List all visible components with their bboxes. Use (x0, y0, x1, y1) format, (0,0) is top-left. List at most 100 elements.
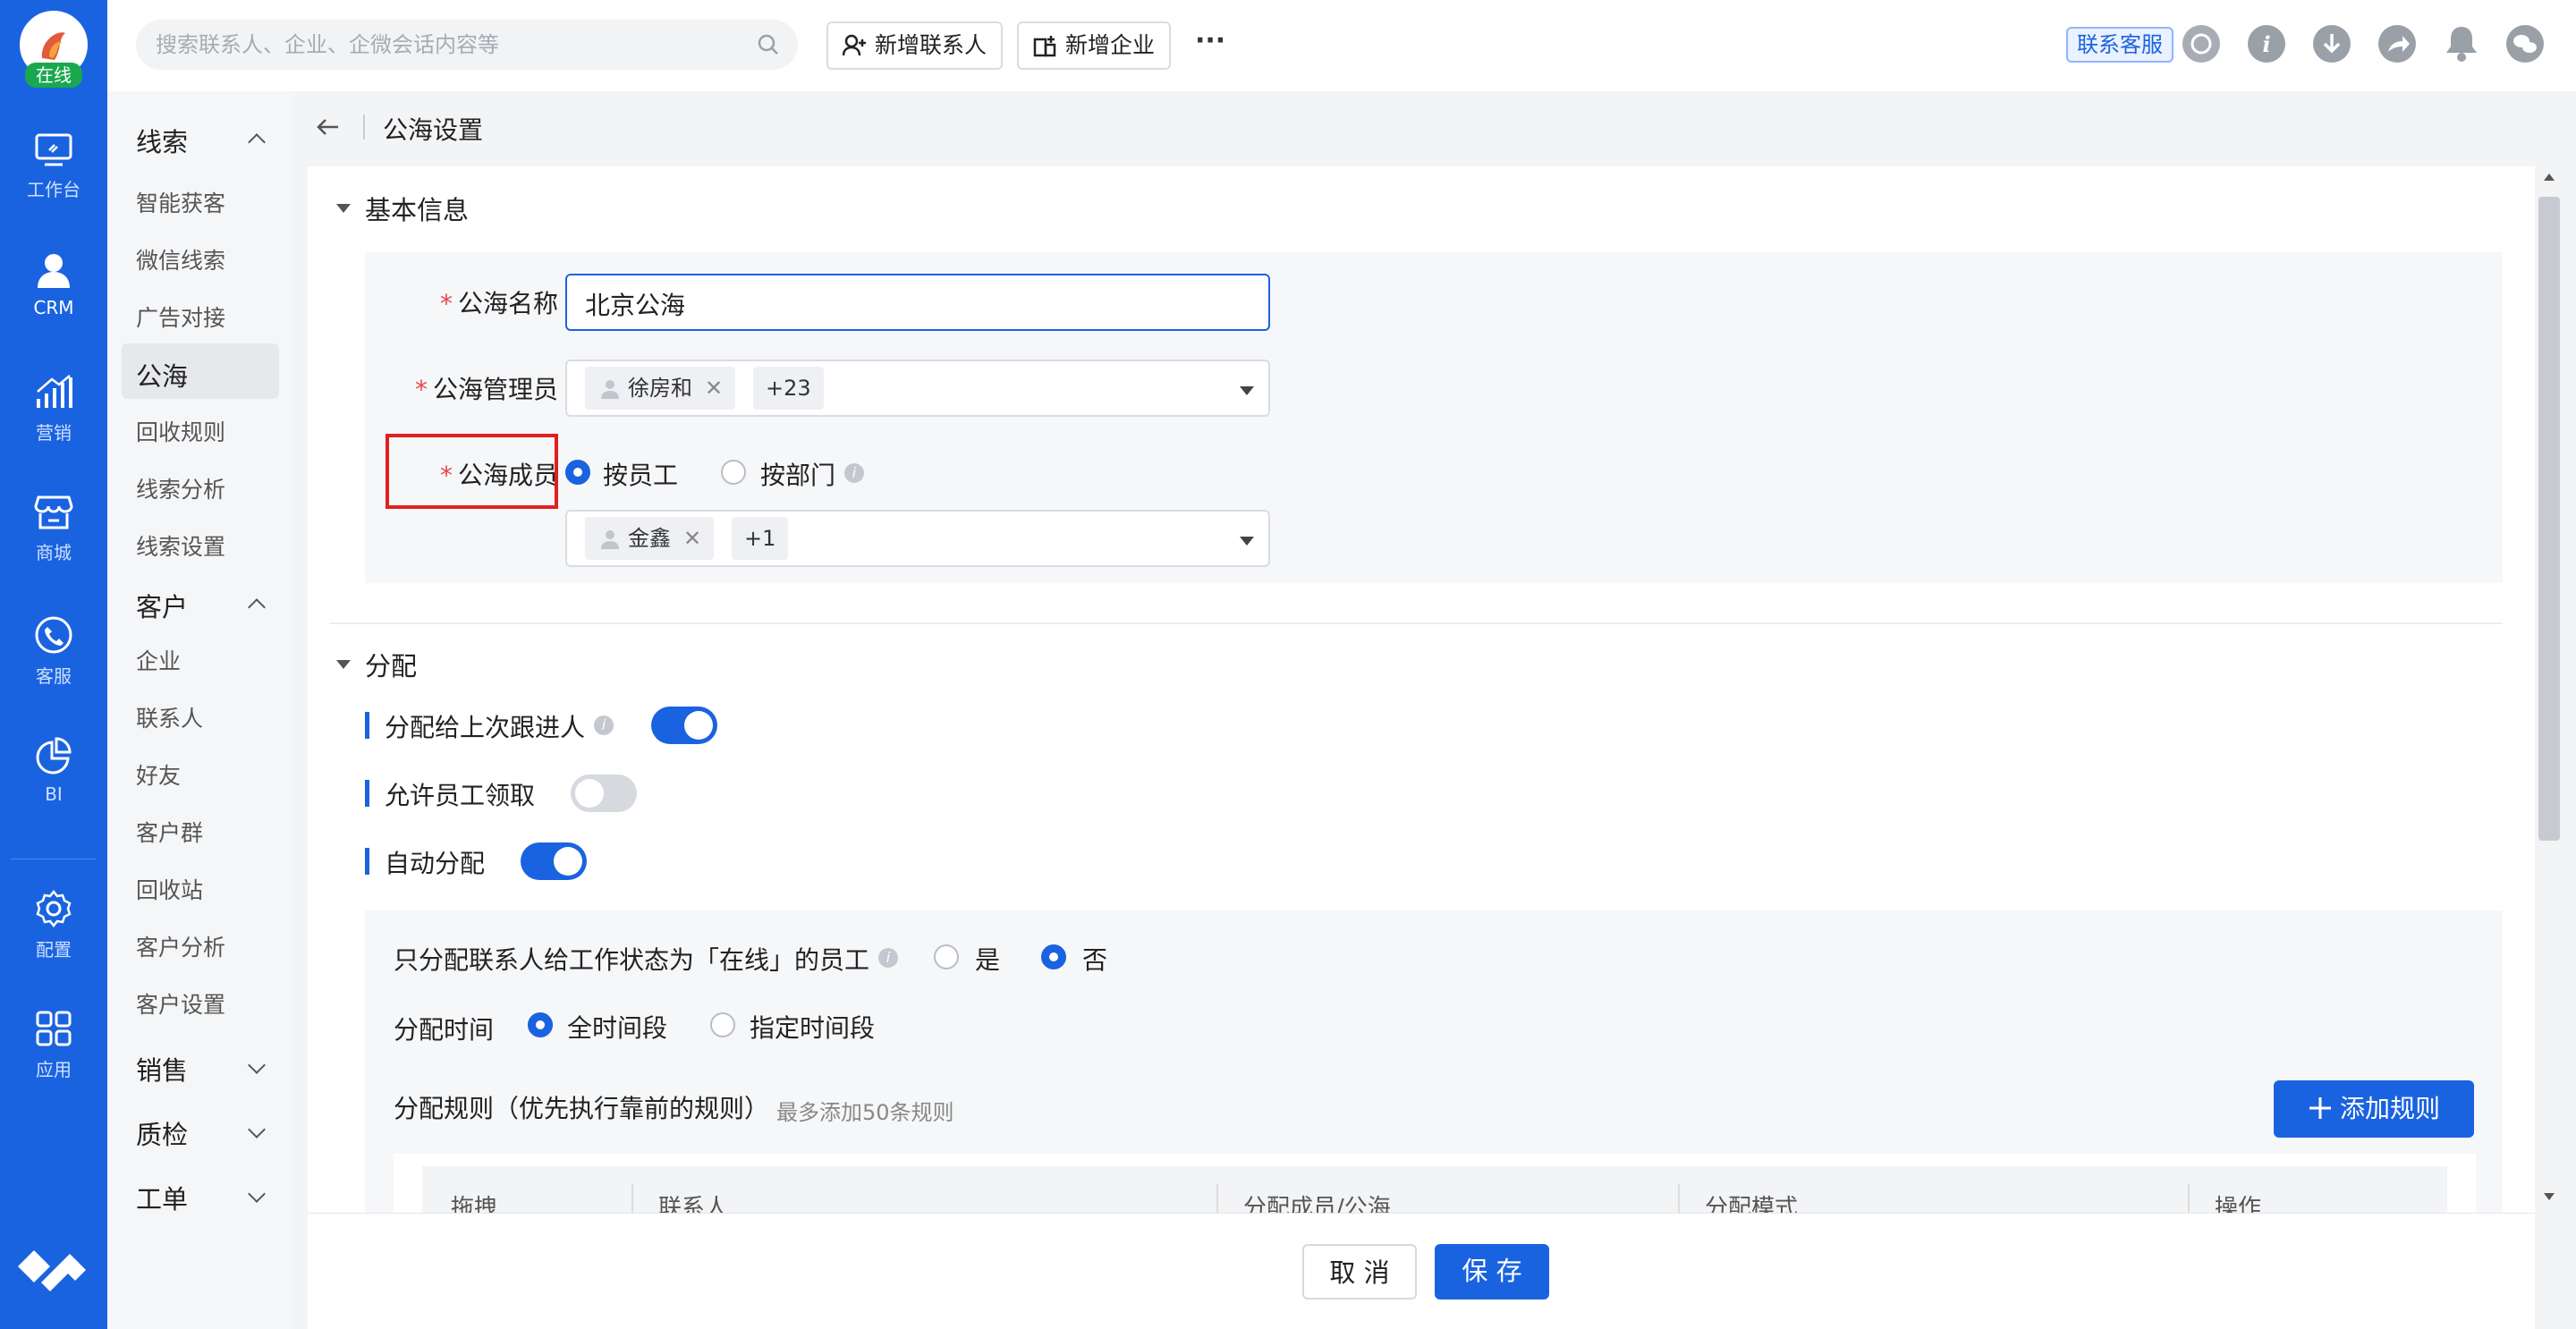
scrollbar[interactable] (2535, 166, 2562, 1213)
rail-item-bi[interactable]: BI (0, 737, 107, 805)
nav-group-sales[interactable]: 销售 (136, 1050, 188, 1088)
radio-label-yes: 是 (975, 945, 1001, 975)
chevron-up-icon[interactable] (248, 598, 266, 616)
scroll-thumb[interactable] (2538, 197, 2560, 841)
label-assign-rules: 分配规则（优先执行靠前的规则） (394, 1094, 770, 1123)
pool-name-input[interactable]: 北京公海 (565, 274, 1270, 331)
section-title-basic: 基本信息 (365, 195, 470, 225)
radio-online-no[interactable] (1041, 944, 1066, 969)
radio-label-all-time: 全时间段 (567, 1013, 668, 1043)
radio-all-time[interactable] (528, 1012, 553, 1037)
toggle-allow-claim[interactable] (571, 775, 637, 812)
collapse-triangle-icon[interactable] (336, 204, 351, 213)
nav-item-recycle-bin[interactable]: 回收站 (136, 873, 203, 905)
radio-label-department: 按部门 (760, 461, 836, 490)
member-select[interactable]: 金鑫 ✕ +1 (565, 510, 1270, 567)
admin-select[interactable]: 徐房和 ✕ +23 (565, 360, 1270, 417)
scroll-down-icon[interactable] (2544, 1193, 2555, 1200)
radio-by-employee[interactable] (565, 460, 590, 485)
radio-specified-time[interactable] (710, 1012, 735, 1037)
bar-marker (365, 712, 369, 739)
nav-item-customer-analysis[interactable]: 客户分析 (136, 930, 225, 962)
admin-tag-label: 徐房和 (628, 376, 692, 401)
close-icon[interactable]: ✕ (705, 376, 723, 401)
new-contact-label: 新增联系人 (875, 32, 987, 58)
nav-group-customers[interactable]: 客户 (136, 587, 188, 624)
rail-label: 客服 (36, 665, 72, 687)
nav-item-wechat-leads[interactable]: 微信线索 (136, 243, 225, 275)
toggle-auto-assign[interactable] (521, 842, 587, 880)
nav-item-lead-analysis[interactable]: 线索分析 (136, 472, 225, 504)
bar-marker (365, 780, 369, 807)
page-title: 公海设置 (383, 115, 484, 145)
col-divider (631, 1184, 633, 1213)
scroll-up-icon[interactable] (2544, 174, 2555, 181)
rail-item-apps[interactable]: 应用 (0, 1009, 107, 1081)
share-icon[interactable] (2378, 25, 2416, 63)
nav-item-enterprise[interactable]: 企业 (136, 644, 181, 676)
radio-online-yes[interactable] (934, 944, 959, 969)
headset-icon[interactable] (2182, 25, 2220, 63)
rail-label: BI (45, 783, 63, 805)
nav-group-tickets[interactable]: 工单 (136, 1179, 188, 1216)
nav-item-contacts[interactable]: 联系人 (136, 701, 203, 733)
info-icon[interactable]: i (594, 715, 614, 735)
new-company-label: 新增企业 (1065, 32, 1156, 58)
back-arrow-icon[interactable] (315, 116, 340, 138)
grid-icon (36, 1011, 72, 1046)
nav-item-smart-acquire[interactable]: 智能获客 (136, 186, 225, 218)
search-input[interactable]: 搜索联系人、企业、企微会话内容等 (136, 20, 798, 70)
rail-label: CRM (33, 297, 74, 318)
rail-item-service[interactable]: 客服 (0, 615, 107, 688)
new-company-button[interactable]: 新增企业 (1017, 21, 1172, 70)
collapse-triangle-icon[interactable] (336, 660, 351, 669)
add-rule-button[interactable]: 添加规则 (2274, 1080, 2474, 1138)
contact-service-button[interactable]: 联系客服 (2066, 27, 2174, 63)
rail-item-workbench[interactable]: 工作台 (0, 132, 107, 201)
save-button[interactable]: 保 存 (1435, 1244, 1549, 1299)
nav-item-public-pool[interactable]: 公海 (136, 356, 188, 394)
wechat-icon[interactable] (2506, 25, 2544, 63)
caret-down-icon[interactable] (1240, 386, 1254, 395)
nav-item-customer-groups[interactable]: 客户群 (136, 816, 203, 848)
nav-item-friends[interactable]: 好友 (136, 758, 181, 791)
label-online-only: 只分配联系人给工作状态为「在线」的员工 (394, 945, 870, 975)
rail-item-config[interactable]: 配置 (0, 889, 107, 961)
nav-item-lead-settings[interactable]: 线索设置 (136, 529, 225, 562)
rail-item-mall[interactable]: 商城 (0, 494, 107, 564)
new-contact-button[interactable]: 新增联系人 (826, 21, 1004, 70)
more-button[interactable]: ··· (1195, 25, 1225, 56)
add-rule-label: 添加规则 (2339, 1094, 2440, 1123)
breadcrumb: 公海设置 (293, 91, 2576, 163)
nav-group-leads[interactable]: 线索 (136, 122, 188, 159)
radio-by-department[interactable] (721, 460, 746, 485)
col-divider (1678, 1184, 1680, 1213)
close-icon[interactable]: ✕ (683, 526, 701, 551)
info-icon[interactable]: i (2248, 25, 2285, 63)
bar-chart-icon (37, 375, 72, 408)
nav-item-customer-settings[interactable]: 客户设置 (136, 987, 225, 1020)
download-icon[interactable] (2313, 25, 2351, 63)
info-icon[interactable]: i (878, 948, 898, 968)
label-text: 公海管理员 (432, 375, 558, 404)
rail-item-crm[interactable]: CRM (0, 252, 107, 318)
bell-icon[interactable] (2444, 23, 2479, 66)
info-icon[interactable]: i (844, 463, 864, 483)
nav-group-qc[interactable]: 质检 (136, 1114, 188, 1152)
cancel-button[interactable]: 取 消 (1302, 1244, 1417, 1299)
chevron-down-icon[interactable] (248, 1121, 266, 1139)
chevron-down-icon[interactable] (248, 1056, 266, 1074)
chevron-up-icon[interactable] (248, 133, 266, 151)
rail-label: 配置 (36, 939, 72, 961)
caret-down-icon[interactable] (1240, 537, 1254, 546)
nav-item-recycle-rules[interactable]: 回收规则 (136, 415, 225, 447)
toggle-last-follower[interactable] (651, 707, 717, 744)
col-divider (1216, 1184, 1218, 1213)
chevron-down-icon[interactable] (248, 1185, 266, 1203)
rail-item-marketing[interactable]: 营销 (0, 372, 107, 444)
shop-icon (34, 495, 73, 529)
plus-icon (2309, 1097, 2331, 1119)
section-divider (329, 622, 2503, 624)
breadcrumb-divider (363, 114, 365, 140)
nav-item-ad-integration[interactable]: 广告对接 (136, 301, 225, 333)
